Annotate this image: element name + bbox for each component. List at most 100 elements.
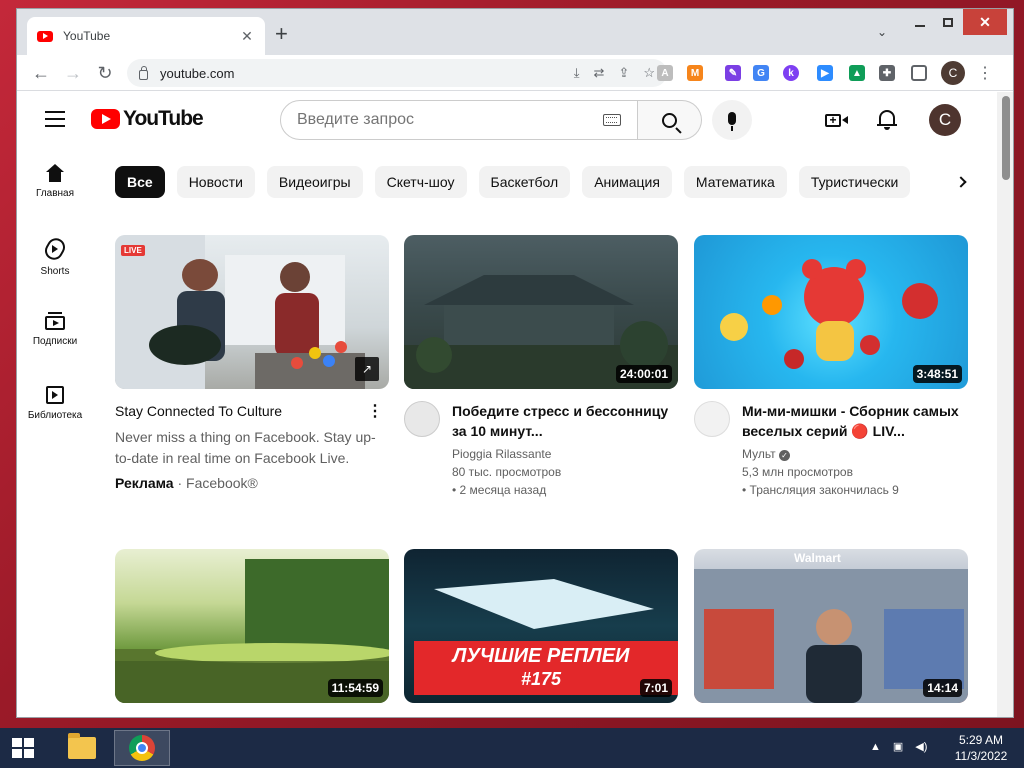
minimize-button[interactable]: [909, 9, 931, 35]
rail-item-subscriptions[interactable]: Подписки: [17, 296, 93, 368]
reload-icon[interactable]: ↻: [93, 61, 117, 85]
chip-math[interactable]: Математика: [683, 166, 787, 198]
lock-icon[interactable]: [139, 65, 148, 80]
video-thumbnail[interactable]: Walmart 14:14: [694, 549, 968, 703]
chip-video-games[interactable]: Видеоигры: [266, 166, 363, 198]
maximize-button[interactable]: [937, 9, 959, 35]
channel-name-row: Мульт ✓: [742, 445, 968, 463]
search-icon: [662, 112, 677, 128]
create-video-button[interactable]: +: [825, 108, 849, 132]
channel-avatar[interactable]: [404, 401, 440, 437]
tab-search-chevron-icon[interactable]: ⌄: [877, 25, 887, 39]
chrome-menu-icon[interactable]: ⋮: [977, 63, 993, 83]
close-window-button[interactable]: ✕: [963, 9, 1007, 35]
menu-icon[interactable]: [45, 111, 65, 127]
channel-name[interactable]: Pioggia Rilassante: [452, 445, 678, 463]
video-card[interactable]: 3:48:51 Ми-ми-мишки - Сборник самых весе…: [694, 235, 968, 499]
notifications-bell-icon[interactable]: [875, 106, 899, 132]
rail-item-shorts[interactable]: Shorts: [17, 222, 93, 294]
extension-icon-3[interactable]: ✎: [725, 65, 741, 81]
chip-animation[interactable]: Анимация: [582, 166, 672, 198]
youtube-page: YouTube + C Главная: [17, 92, 997, 717]
address-bar[interactable]: youtube.com ⤓ ⇄ ⇪ ☆: [127, 59, 667, 87]
keyboard-icon[interactable]: [603, 114, 621, 126]
system-tray: ▲ ▣ ◀): [870, 740, 927, 754]
browser-window: YouTube ✕ + ⌄ ✕ ← → ↻ youtube.com ⤓ ⇄ ⇪ …: [16, 8, 1014, 718]
chips-next-button[interactable]: [949, 170, 973, 194]
search-input[interactable]: [297, 111, 603, 129]
video-card[interactable]: ЛУЧШИЕ РЕПЛЕИ #175 7:01: [404, 549, 678, 703]
back-arrow-icon[interactable]: ←: [29, 61, 53, 85]
network-icon[interactable]: ▣: [893, 740, 903, 753]
clock[interactable]: 5:29 AM 11/3/2022: [946, 732, 1016, 764]
channel-avatar[interactable]: [694, 401, 730, 437]
video-thumbnail[interactable]: ЛУЧШИЕ РЕПЛЕИ #175 7:01: [404, 549, 678, 703]
chip-sketch-show[interactable]: Скетч-шоу: [374, 166, 467, 198]
video-title[interactable]: Stay Connected To Culture: [115, 401, 389, 421]
bookmark-star-icon[interactable]: ☆: [643, 65, 655, 81]
video-card[interactable]: Walmart 14:14: [694, 549, 968, 703]
video-title[interactable]: Победите стресс и бессонницу за 10 минут…: [452, 401, 678, 441]
voice-search-button[interactable]: [712, 100, 752, 140]
chip-travel[interactable]: Туристически: [798, 166, 911, 198]
video-thumbnail[interactable]: 24:00:01: [404, 235, 678, 389]
clock-date: 11/3/2022: [954, 749, 1008, 763]
user-avatar[interactable]: C: [929, 104, 961, 136]
video-card[interactable]: 11:54:59: [115, 549, 389, 703]
external-link-icon[interactable]: ↗: [355, 357, 379, 381]
extension-translate-icon[interactable]: G: [753, 65, 769, 81]
chrome-profile-avatar[interactable]: C: [941, 61, 965, 85]
install-icon[interactable]: ⤓: [574, 65, 580, 81]
windows-start-icon[interactable]: [12, 738, 34, 758]
taskbar-chrome[interactable]: [114, 730, 170, 766]
video-thumbnail[interactable]: LIVE ↗: [115, 235, 389, 389]
video-duration: 11:54:59: [327, 679, 383, 697]
upload-age: • Трансляция закончилась 9: [742, 483, 899, 497]
chip-basketball[interactable]: Баскетбол: [478, 166, 571, 198]
thumbnail-text: ЛУЧШИЕ РЕПЛЕИ: [452, 645, 630, 667]
youtube-logo[interactable]: YouTube: [91, 107, 204, 131]
more-options-icon[interactable]: ⋮: [367, 401, 383, 421]
show-hidden-icons-icon[interactable]: ▲: [870, 741, 881, 753]
metamask-icon[interactable]: M: [687, 65, 703, 81]
page-scrollbar[interactable]: [997, 92, 1013, 717]
chip-all[interactable]: Все: [115, 166, 165, 198]
new-tab-button[interactable]: +: [275, 23, 288, 45]
volume-icon[interactable]: ◀): [915, 740, 927, 753]
video-thumbnail[interactable]: 11:54:59: [115, 549, 389, 703]
video-thumbnail[interactable]: 3:48:51: [694, 235, 968, 389]
extension-icon-1[interactable]: A: [657, 65, 673, 81]
taskbar-file-explorer[interactable]: [54, 730, 110, 766]
tab-close-icon[interactable]: ✕: [239, 28, 255, 45]
extension-k-icon[interactable]: k: [783, 65, 799, 81]
forward-arrow-icon[interactable]: →: [61, 61, 85, 85]
search-button[interactable]: [638, 100, 702, 140]
ad-label: Реклама: [115, 475, 174, 491]
drive-icon[interactable]: ▲: [849, 65, 865, 81]
extensions-puzzle-icon[interactable]: ✚: [879, 65, 895, 81]
zoom-icon[interactable]: ▶: [817, 65, 833, 81]
search-box[interactable]: [280, 100, 638, 140]
tab-youtube[interactable]: YouTube ✕: [27, 17, 265, 55]
tab-strip: YouTube ✕ + ⌄ ✕: [17, 9, 1013, 55]
thumbnail-text: Walmart: [794, 551, 841, 565]
translate-icon[interactable]: ⇄: [594, 65, 605, 81]
video-title[interactable]: Ми-ми-мишки - Сборник самых веселых сери…: [742, 401, 968, 441]
side-panel-icon[interactable]: [911, 65, 927, 81]
share-icon[interactable]: ⇪: [618, 65, 629, 81]
tab-title: YouTube: [63, 29, 111, 43]
scrollbar-thumb[interactable]: [1002, 96, 1010, 180]
chip-news[interactable]: Новости: [176, 166, 255, 198]
advertiser-name[interactable]: Facebook®: [186, 475, 258, 491]
rail-item-library[interactable]: Библиотека: [17, 370, 93, 442]
subscriptions-icon: [45, 312, 65, 330]
channel-name[interactable]: Мульт: [742, 447, 776, 461]
video-card[interactable]: 24:00:01 Победите стресс и бессонницу за…: [404, 235, 678, 499]
file-explorer-icon: [68, 733, 96, 759]
rail-item-home[interactable]: Главная: [17, 148, 93, 220]
library-icon: [46, 386, 64, 404]
url-text[interactable]: youtube.com: [160, 66, 560, 81]
ad-description: Never miss a thing on Facebook. Stay up-…: [115, 429, 376, 466]
ad-card[interactable]: LIVE ↗ Stay Connected To Culture Never m…: [115, 235, 389, 491]
youtube-favicon-icon: [37, 30, 53, 42]
